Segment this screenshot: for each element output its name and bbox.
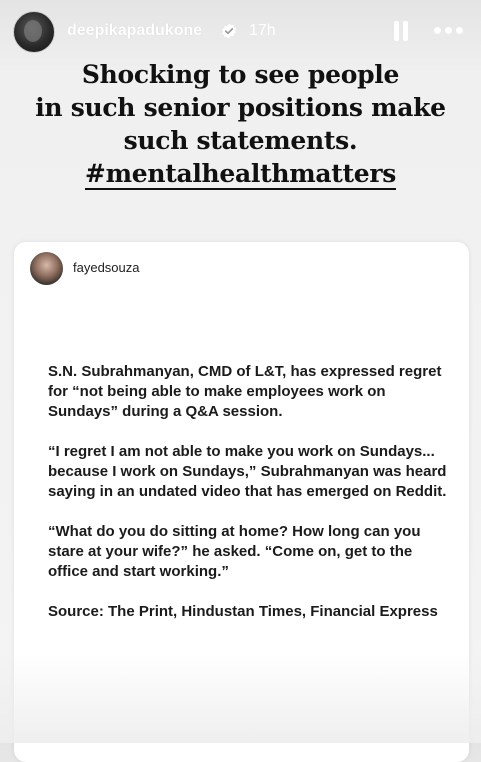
headline-line-2: in such senior positions make bbox=[35, 93, 446, 122]
bottom-fade bbox=[0, 653, 481, 743]
more-options-icon[interactable] bbox=[434, 27, 464, 35]
story-headline: Shocking to see people in such senior po… bbox=[10, 58, 471, 190]
story-username[interactable]: deepikapadukone bbox=[67, 22, 202, 40]
post-paragraph: S.N. Subrahmanyan, CMD of L&T, has expre… bbox=[48, 363, 442, 420]
post-source: Source: The Print, Hindustan Times, Fina… bbox=[48, 603, 438, 620]
shared-post-avatar bbox=[30, 252, 63, 285]
headline-line-1: Shocking to see people bbox=[81, 60, 400, 89]
shared-post-body: S.N. Subrahmanyan, CMD of L&T, has expre… bbox=[48, 362, 448, 642]
story-timestamp: 17h bbox=[249, 22, 276, 39]
verified-badge-icon bbox=[222, 23, 236, 39]
headline-line-3: such statements. bbox=[123, 126, 358, 155]
shared-post-username[interactable]: fayedsouza bbox=[73, 260, 140, 275]
story-header: deepikapadukone 17h bbox=[0, 0, 481, 64]
post-paragraph: “What do you do sitting at home? How lon… bbox=[48, 523, 421, 580]
pause-icon[interactable] bbox=[393, 21, 409, 41]
profile-avatar[interactable] bbox=[13, 11, 55, 53]
hashtag-link[interactable]: #mentalhealthmatters bbox=[84, 159, 396, 190]
post-paragraph: “I regret I am not able to make you work… bbox=[48, 443, 447, 500]
